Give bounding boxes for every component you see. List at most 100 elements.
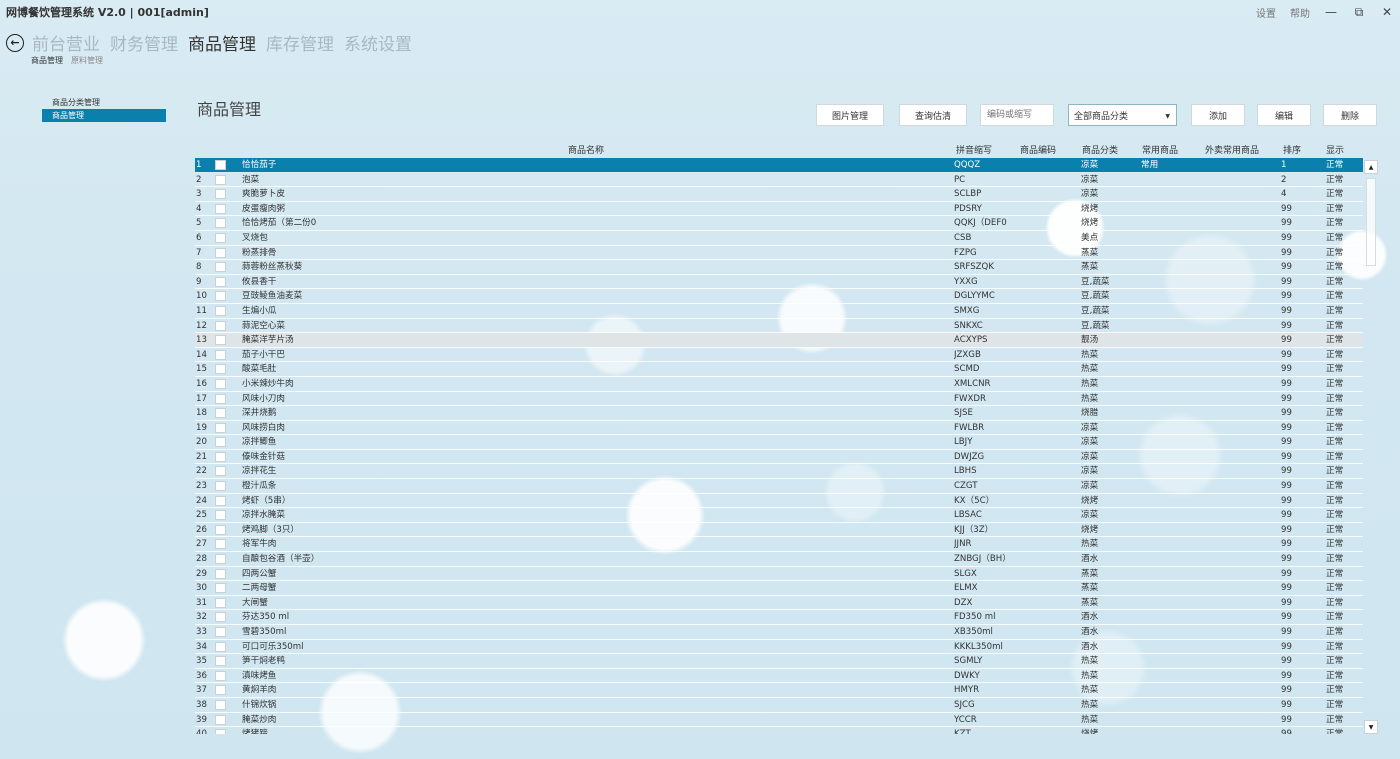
- header-name[interactable]: 商品名称: [568, 143, 604, 156]
- table-row[interactable]: 36 滇味烤鱼 DWKY 热菜 99 正常: [195, 669, 1363, 684]
- row-checkbox[interactable]: [215, 291, 226, 302]
- scroll-down-icon[interactable]: ▼: [1364, 720, 1378, 734]
- image-manage-button[interactable]: 图片管理: [816, 104, 884, 126]
- table-row[interactable]: 20 凉拌鲫鱼 LBJY 凉菜 99 正常: [195, 435, 1363, 450]
- row-checkbox[interactable]: [215, 335, 226, 346]
- category-select[interactable]: 全部商品分类 ▼: [1068, 104, 1177, 126]
- table-row[interactable]: 19 风味捞白肉 FWLBR 凉菜 99 正常: [195, 421, 1363, 436]
- row-checkbox[interactable]: [215, 378, 226, 389]
- row-checkbox[interactable]: [215, 656, 226, 667]
- table-row[interactable]: 33 雪碧350ml XB350ml 酒水 99 正常: [195, 625, 1363, 640]
- nav-finance[interactable]: 财务管理: [110, 30, 178, 55]
- subnav-products[interactable]: 商品管理: [31, 55, 63, 66]
- close-icon[interactable]: ✕: [1380, 5, 1394, 19]
- row-checkbox[interactable]: [215, 232, 226, 243]
- restore-icon[interactable]: ⧉: [1352, 5, 1366, 20]
- row-checkbox[interactable]: [215, 218, 226, 229]
- nav-inventory[interactable]: 库存管理: [266, 30, 334, 55]
- table-row[interactable]: 26 烤鸡脚（3只） KJJ（3Z） 烧烤 99 正常: [195, 523, 1363, 538]
- table-row[interactable]: 23 橙汁瓜条 CZGT 凉菜 99 正常: [195, 479, 1363, 494]
- table-row[interactable]: 35 笋干焖老鸭 SGMLY 热菜 99 正常: [195, 654, 1363, 669]
- table-row[interactable]: 34 可口可乐350ml KKKL350ml 酒水 99 正常: [195, 640, 1363, 655]
- table-row[interactable]: 1 恰恰茄子 QQQZ 凉菜 常用 1 正常: [195, 158, 1363, 173]
- row-checkbox[interactable]: [215, 276, 226, 287]
- table-row[interactable]: 22 凉拌花生 LBHS 凉菜 99 正常: [195, 464, 1363, 480]
- row-checkbox[interactable]: [215, 247, 226, 258]
- row-checkbox[interactable]: [215, 714, 226, 725]
- row-checkbox[interactable]: [215, 364, 226, 375]
- row-checkbox[interactable]: [215, 597, 226, 608]
- table-row[interactable]: 31 大闸蟹 DZX 蒸菜 99 正常: [195, 596, 1363, 611]
- row-checkbox[interactable]: [215, 641, 226, 652]
- edit-button[interactable]: 编辑: [1257, 104, 1311, 126]
- row-checkbox[interactable]: [215, 305, 226, 316]
- table-row[interactable]: 27 将军牛肉 JJNR 热菜 99 正常: [195, 537, 1363, 553]
- row-checkbox[interactable]: [215, 699, 226, 710]
- table-row[interactable]: 29 四两公蟹 SLGX 蒸菜 99 正常: [195, 567, 1363, 582]
- row-checkbox[interactable]: [215, 349, 226, 360]
- nav-system-settings[interactable]: 系统设置: [344, 30, 412, 55]
- row-checkbox[interactable]: [215, 612, 226, 623]
- table-row[interactable]: 39 腌菜炒肉 YCCR 热菜 99 正常: [195, 713, 1363, 728]
- table-row[interactable]: 11 生煸小瓜 SMXG 豆,蔬菜 99 正常: [195, 304, 1363, 319]
- row-checkbox[interactable]: [215, 466, 226, 477]
- row-checkbox[interactable]: [215, 174, 226, 185]
- table-row[interactable]: 5 恰恰烤茄（第二份0 QQKJ（DEF0 烧烤 99 正常: [195, 216, 1363, 231]
- table-row[interactable]: 38 什锦炊锅 SJCG 热菜 99 正常: [195, 698, 1363, 713]
- table-row[interactable]: 30 二两母蟹 ELMX 蒸菜 99 正常: [195, 581, 1363, 596]
- scroll-thumb[interactable]: [1366, 178, 1376, 266]
- table-row[interactable]: 14 茄子小干巴 JZXGB 热菜 99 正常: [195, 348, 1363, 363]
- help-link[interactable]: 帮助: [1290, 5, 1310, 20]
- row-checkbox[interactable]: [215, 510, 226, 521]
- table-row[interactable]: 18 深井烧鹅 SJSE 烧腊 99 正常: [195, 406, 1363, 421]
- search-input[interactable]: [980, 104, 1054, 126]
- row-checkbox[interactable]: [215, 422, 226, 433]
- header-code[interactable]: 商品编码: [1020, 143, 1056, 156]
- back-arrow-icon[interactable]: ←: [6, 33, 24, 52]
- header-sort[interactable]: 排序: [1283, 143, 1301, 156]
- table-row[interactable]: 12 蒜泥空心菜 SNKXC 豆,蔬菜 99 正常: [195, 319, 1363, 334]
- row-checkbox[interactable]: [215, 554, 226, 565]
- table-row[interactable]: 4 皮蛋瘦肉粥 PDSRY 烧烤 99 正常: [195, 202, 1363, 217]
- scroll-up-icon[interactable]: ▲: [1364, 160, 1378, 174]
- header-takeout[interactable]: 外卖常用商品: [1205, 143, 1259, 156]
- row-checkbox[interactable]: [215, 568, 226, 579]
- subnav-materials[interactable]: 原料管理: [71, 55, 103, 66]
- table-row[interactable]: 17 风味小刀肉 FWXDR 热菜 99 正常: [195, 392, 1363, 407]
- row-checkbox[interactable]: [215, 539, 226, 550]
- table-row[interactable]: 25 凉拌水腌菜 LBSAC 凉菜 99 正常: [195, 508, 1363, 523]
- table-row[interactable]: 15 酸菜毛肚 SCMD 热菜 99 正常: [195, 362, 1363, 377]
- table-row[interactable]: 13 腌菜洋芋片汤 ACXYPS 靓汤 99 正常: [195, 333, 1363, 348]
- header-pinyin[interactable]: 拼音缩写: [956, 143, 992, 156]
- row-checkbox[interactable]: [215, 481, 226, 492]
- table-row[interactable]: 24 烤虾（5串） KX（5C） 烧烤 99 正常: [195, 494, 1363, 509]
- row-checkbox[interactable]: [215, 262, 226, 273]
- row-checkbox[interactable]: [215, 627, 226, 637]
- table-row[interactable]: 3 爽脆萝卜皮 SCLBP 凉菜 4 正常: [195, 187, 1363, 202]
- add-button[interactable]: 添加: [1191, 104, 1245, 126]
- nav-front-desk[interactable]: 前台营业: [32, 30, 100, 55]
- row-checkbox[interactable]: [215, 203, 226, 214]
- table-row[interactable]: 7 粉蒸排骨 FZPG 蒸菜 99 正常: [195, 246, 1363, 261]
- clear-query-button[interactable]: 查询估清: [899, 104, 967, 126]
- row-checkbox[interactable]: [215, 583, 226, 594]
- row-checkbox[interactable]: [215, 685, 226, 696]
- table-row[interactable]: 40 烤猪蹄 KZT 烧烤 99 正常: [195, 727, 1363, 734]
- row-checkbox[interactable]: [215, 320, 226, 331]
- table-row[interactable]: 16 小米辣炒牛肉 XMLCNR 热菜 99 正常: [195, 377, 1363, 392]
- table-row[interactable]: 32 芬达350 ml FD350 ml 酒水 99 正常: [195, 610, 1363, 625]
- header-show[interactable]: 显示: [1326, 143, 1344, 156]
- table-row[interactable]: 28 自酿包谷酒（半壶） ZNBGJ（BH） 酒水 99 正常: [195, 552, 1363, 567]
- row-checkbox[interactable]: [215, 408, 226, 419]
- table-row[interactable]: 2 泡菜 PC 凉菜 2 正常: [195, 173, 1363, 188]
- row-checkbox[interactable]: [215, 495, 226, 506]
- nav-products[interactable]: 商品管理: [188, 30, 256, 55]
- row-checkbox[interactable]: [215, 437, 226, 448]
- row-checkbox[interactable]: [215, 670, 226, 681]
- table-row[interactable]: 10 豆豉鲮鱼油麦菜 DGLYYMC 豆,蔬菜 99 正常: [195, 289, 1363, 304]
- table-row[interactable]: 8 蒜蓉粉丝蒸秋葵 SRFSZQK 蒸菜 99 正常: [195, 260, 1363, 275]
- row-checkbox[interactable]: [215, 729, 226, 734]
- settings-link[interactable]: 设置: [1256, 5, 1276, 20]
- minimize-icon[interactable]: —: [1324, 5, 1338, 19]
- table-row[interactable]: 6 叉烧包 CSB 美点 99 正常: [195, 231, 1363, 246]
